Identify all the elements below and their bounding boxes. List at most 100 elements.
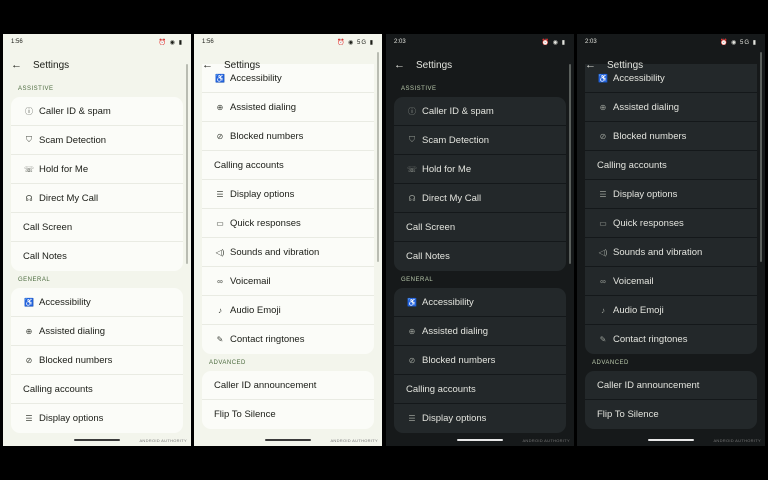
settings-item[interactable]: Caller ID announcement [585, 371, 757, 400]
settings-item[interactable]: Call Screen [11, 213, 183, 242]
status-bar: 1:56 ⏰ ◉ 5G ▮ [194, 34, 382, 50]
settings-item[interactable]: ▭ Quick responses [202, 209, 374, 238]
settings-item[interactable]: ⊘ Blocked numbers [394, 346, 566, 375]
settings-screen-dark-2: 2:03 ⏰ ◉ 5G ▮ ← Settings ♿ Accessibility ⊕ Assi… [577, 34, 765, 446]
settings-screen-light-2: 1:56 ⏰ ◉ 5G ▮ ← Settings ♿ Accessibility ⊕ Assi… [194, 34, 382, 446]
settings-item[interactable]: ⊕ Assisted dialing [585, 93, 757, 122]
gesture-bar[interactable] [74, 439, 120, 441]
settings-item[interactable]: ⊕ Assisted dialing [394, 317, 566, 346]
settings-item[interactable]: ☊ Direct My Call [394, 184, 566, 213]
list-icon: ☰ [408, 414, 416, 423]
settings-item[interactable]: ◁) Sounds and vibration [585, 238, 757, 267]
settings-item[interactable]: ☰ Display options [394, 404, 566, 433]
settings-item[interactable]: Call Screen [394, 213, 566, 242]
music-note-icon: ♪ [218, 305, 222, 315]
list-icon: ☰ [25, 414, 33, 423]
app-bar: ← Settings [3, 50, 191, 80]
settings-item[interactable]: ♿ Accessibility [394, 288, 566, 317]
info-circle-icon: ⓘ [25, 106, 33, 116]
gesture-bar[interactable] [265, 439, 311, 441]
settings-item[interactable]: ∞ Voicemail [202, 267, 374, 296]
scrollbar[interactable] [569, 64, 571, 264]
watermark: ANDROID AUTHORITY [330, 438, 378, 443]
settings-item-label: Quick responses [613, 217, 684, 229]
back-arrow-icon[interactable]: ← [11, 59, 33, 71]
settings-item[interactable]: ☏ Hold for Me [394, 155, 566, 184]
settings-item-label: Sounds and vibration [613, 246, 703, 258]
globe-phone-icon: ⊕ [216, 102, 224, 112]
settings-item[interactable]: ⛉ Scam Detection [11, 126, 183, 155]
settings-item[interactable]: ♿ Accessibility [11, 288, 183, 317]
accessibility-icon: ♿ [598, 73, 608, 83]
settings-item-label: Calling accounts [597, 159, 667, 171]
settings-item[interactable]: Calling accounts [585, 151, 757, 180]
settings-item-label: Calling accounts [23, 383, 93, 395]
scrollbar[interactable] [760, 52, 762, 262]
back-arrow-icon[interactable]: ← [202, 59, 224, 71]
settings-item[interactable]: Call Notes [11, 242, 183, 271]
settings-item[interactable]: ⛉ Scam Detection [394, 126, 566, 155]
settings-list: ♿ Accessibility ⊕ Assisted dialing ⊘ Blocked … [585, 64, 757, 354]
settings-item-label: Caller ID announcement [597, 379, 700, 391]
message-icon: ▭ [216, 218, 224, 228]
settings-item[interactable]: ☊ Direct My Call [11, 184, 183, 213]
list-icon: ☰ [216, 189, 224, 199]
settings-item[interactable]: ⊕ Assisted dialing [11, 317, 183, 346]
settings-item[interactable]: Calling accounts [394, 375, 566, 404]
settings-list: Caller ID announcement Flip To Silence [202, 371, 374, 429]
settings-item[interactable]: Caller ID announcement [202, 371, 374, 400]
settings-item[interactable]: ⊘ Blocked numbers [202, 122, 374, 151]
settings-item[interactable]: ⊕ Assisted dialing [202, 93, 374, 122]
back-arrow-icon[interactable]: ← [585, 59, 607, 71]
settings-item-label: Blocked numbers [39, 354, 113, 366]
settings-item[interactable]: ◁) Sounds and vibration [202, 238, 374, 267]
settings-item[interactable]: ▭ Quick responses [585, 209, 757, 238]
settings-item[interactable]: ⊘ Blocked numbers [11, 346, 183, 375]
settings-item-label: Sounds and vibration [230, 246, 320, 258]
section-header: GENERAL [18, 277, 51, 283]
back-arrow-icon[interactable]: ← [394, 59, 416, 71]
settings-item[interactable]: Call Notes [394, 242, 566, 271]
settings-item[interactable]: ♪ Audio Emoji [585, 296, 757, 325]
section-header: ASSISTIVE [401, 86, 437, 92]
settings-list: ⓘ Caller ID & spam ⛉ Scam Detection ☏ Hold fo… [11, 97, 183, 271]
settings-item[interactable]: ☰ Display options [202, 180, 374, 209]
status-bar: 1:56 ⏰ ◉ ▮ [3, 34, 191, 50]
gesture-bar[interactable] [648, 439, 694, 441]
voicemail-icon: ∞ [217, 276, 223, 286]
scrollbar[interactable] [186, 64, 188, 264]
settings-item-label: Direct My Call [39, 192, 99, 204]
section-header: ADVANCED [209, 360, 246, 366]
status-time: 1:56 [202, 39, 214, 45]
gesture-bar[interactable] [457, 439, 503, 441]
globe-phone-icon: ⊕ [25, 326, 33, 336]
settings-item[interactable]: ⓘ Caller ID & spam [394, 97, 566, 126]
settings-item[interactable]: ⓘ Caller ID & spam [11, 97, 183, 126]
settings-item[interactable]: Flip To Silence [585, 400, 757, 429]
settings-item-label: Assisted dialing [39, 325, 106, 337]
scrollbar[interactable] [377, 52, 379, 262]
settings-item[interactable]: ☏ Hold for Me [11, 155, 183, 184]
settings-item[interactable]: ✎ Contact ringtones [585, 325, 757, 354]
settings-item[interactable]: ∞ Voicemail [585, 267, 757, 296]
settings-list: ♿ Accessibility ⊕ Assisted dialing ⊘ Blocked … [11, 288, 183, 433]
accessibility-icon: ♿ [215, 73, 225, 83]
settings-item[interactable]: Flip To Silence [202, 400, 374, 429]
settings-item-label: Assisted dialing [613, 101, 680, 113]
settings-item-label: Contact ringtones [613, 334, 688, 345]
status-icons: ⏰ ◉ 5G ▮ [336, 39, 374, 46]
settings-item[interactable]: ☰ Display options [11, 404, 183, 433]
settings-item[interactable]: ☰ Display options [585, 180, 757, 209]
settings-item[interactable]: ♪ Audio Emoji [202, 296, 374, 325]
settings-content: ♿ Accessibility ⊕ Assisted dialing ⊘ Blocked … [577, 64, 765, 429]
settings-item[interactable]: Calling accounts [202, 151, 374, 180]
contact-ringtone-icon: ✎ [599, 335, 607, 344]
speaker-icon: ◁) [215, 247, 225, 257]
settings-item-label: Audio Emoji [230, 304, 281, 316]
settings-item[interactable]: ⊘ Blocked numbers [585, 122, 757, 151]
watermark: ANDROID AUTHORITY [139, 438, 187, 443]
status-icons: ⏰ ◉ ▮ [541, 39, 566, 46]
settings-item[interactable]: ✎ Contact ringtones [202, 325, 374, 354]
direct-call-icon: ☊ [408, 193, 416, 203]
settings-item[interactable]: Calling accounts [11, 375, 183, 404]
